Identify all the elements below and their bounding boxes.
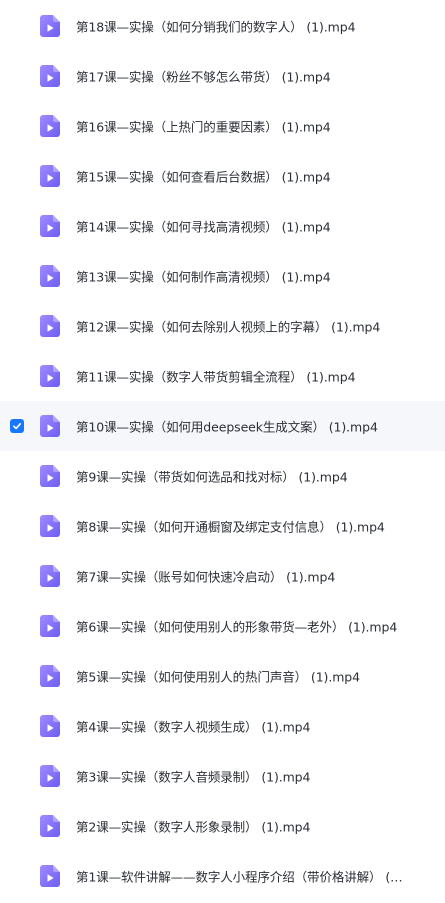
video-file-icon <box>40 715 60 737</box>
file-name: 第15课—实操（如何查看后台数据） (1).mp4 <box>76 169 331 185</box>
video-file-icon <box>40 515 60 537</box>
video-file-icon <box>40 665 60 687</box>
file-row[interactable]: 第8课—实操（如何开通橱窗及绑定支付信息） (1).mp4 <box>0 501 445 551</box>
video-file-icon <box>40 865 60 887</box>
file-row[interactable]: 第11课—实操（数字人带货剪辑全流程） (1).mp4 <box>0 351 445 401</box>
file-row[interactable]: 第3课—实操（数字人音频录制） (1).mp4 <box>0 751 445 801</box>
file-row[interactable]: 第18课—实操（如何分销我们的数字人） (1).mp4 <box>0 1 445 51</box>
file-row[interactable]: 第15课—实操（如何查看后台数据） (1).mp4 <box>0 151 445 201</box>
file-row[interactable]: 第10课—实操（如何用deepseek生成文案） (1).mp4 <box>0 401 445 451</box>
file-name: 第11课—实操（数字人带货剪辑全流程） (1).mp4 <box>76 369 356 385</box>
video-file-icon <box>40 465 60 487</box>
file-row[interactable]: 第5课—实操（如何使用别人的热门声音） (1).mp4 <box>0 651 445 701</box>
video-file-icon <box>40 765 60 787</box>
file-name: 第9课—实操（带货如何选品和找对标） (1).mp4 <box>76 469 348 485</box>
file-row[interactable]: 第16课—实操（上热门的重要因素） (1).mp4 <box>0 101 445 151</box>
file-name: 第10课—实操（如何用deepseek生成文案） (1).mp4 <box>76 419 378 435</box>
checkmark-icon <box>13 423 22 430</box>
video-file-icon <box>40 165 60 187</box>
video-file-icon <box>40 365 60 387</box>
video-file-icon <box>40 265 60 287</box>
file-row[interactable]: 第12课—实操（如何去除别人视频上的字幕） (1).mp4 <box>0 301 445 351</box>
file-row[interactable]: 第4课—实操（数字人视频生成） (1).mp4 <box>0 701 445 751</box>
video-file-icon <box>40 15 60 37</box>
file-row[interactable]: 第7课—实操（账号如何快速冷启动） (1).mp4 <box>0 551 445 601</box>
file-name: 第7课—实操（账号如何快速冷启动） (1).mp4 <box>76 569 336 585</box>
file-row[interactable]: 第17课—实操（粉丝不够怎么带货） (1).mp4 <box>0 51 445 101</box>
file-name: 第18课—实操（如何分销我们的数字人） (1).mp4 <box>76 19 356 35</box>
file-name: 第8课—实操（如何开通橱窗及绑定支付信息） (1).mp4 <box>76 519 385 535</box>
file-name: 第5课—实操（如何使用别人的热门声音） (1).mp4 <box>76 669 360 685</box>
file-row[interactable]: 第6课—实操（如何使用别人的形象带货—老外） (1).mp4 <box>0 601 445 651</box>
file-name: 第14课—实操（如何寻找高清视频） (1).mp4 <box>76 219 331 235</box>
file-name: 第6课—实操（如何使用别人的形象带货—老外） (1).mp4 <box>76 619 398 635</box>
file-name: 第3课—实操（数字人音频录制） (1).mp4 <box>76 769 311 785</box>
video-file-icon <box>40 215 60 237</box>
file-name: 第4课—实操（数字人视频生成） (1).mp4 <box>76 719 311 735</box>
file-list: 第18课—实操（如何分销我们的数字人） (1).mp4 第17课—实操（粉丝不够怎… <box>0 0 445 903</box>
file-row[interactable]: 第1课—软件讲解——数字人小程序介绍（带价格讲解） (1)... <box>0 851 445 901</box>
file-name: 第16课—实操（上热门的重要因素） (1).mp4 <box>76 119 331 135</box>
video-file-icon <box>40 565 60 587</box>
video-file-icon <box>40 115 60 137</box>
video-file-icon <box>40 65 60 87</box>
file-name: 第1课—软件讲解——数字人小程序介绍（带价格讲解） (1)... <box>76 869 404 885</box>
row-checkbox[interactable] <box>10 419 24 433</box>
video-file-icon <box>40 315 60 337</box>
video-file-icon <box>40 615 60 637</box>
video-file-icon <box>40 815 60 837</box>
file-name: 第2课—实操（数字人形象录制） (1).mp4 <box>76 819 311 835</box>
file-row[interactable]: 第13课—实操（如何制作高清视频） (1).mp4 <box>0 251 445 301</box>
file-name: 第12课—实操（如何去除别人视频上的字幕） (1).mp4 <box>76 319 381 335</box>
file-row[interactable]: 第14课—实操（如何寻找高清视频） (1).mp4 <box>0 201 445 251</box>
file-name: 第13课—实操（如何制作高清视频） (1).mp4 <box>76 269 331 285</box>
file-name: 第17课—实操（粉丝不够怎么带货） (1).mp4 <box>76 69 331 85</box>
file-row[interactable]: 第2课—实操（数字人形象录制） (1).mp4 <box>0 801 445 851</box>
video-file-icon <box>40 415 60 437</box>
file-row[interactable]: 第9课—实操（带货如何选品和找对标） (1).mp4 <box>0 451 445 501</box>
